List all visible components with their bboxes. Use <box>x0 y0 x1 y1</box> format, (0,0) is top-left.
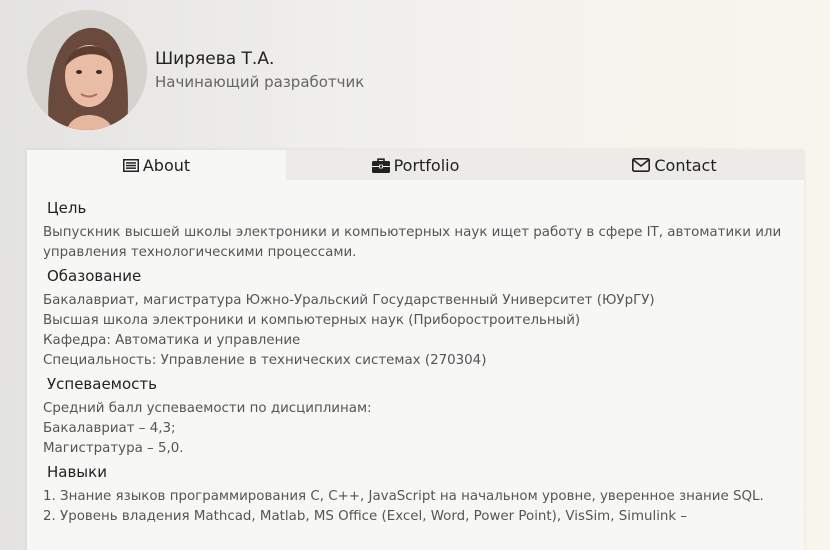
grades-line: Бакалавриат – 4,3; <box>43 421 176 436</box>
section-body-goal: Выпускник высшей школы электроники и ком… <box>43 223 788 263</box>
education-line: Высшая школа электроники и компьютерных … <box>43 313 581 328</box>
list-icon <box>122 158 139 172</box>
tab-about-label: About <box>142 155 191 175</box>
tab-bar: About Portfolio Contact <box>27 150 804 180</box>
tab-contact-label: Contact <box>654 155 717 175</box>
profile-role: Начинающий разработчик <box>155 73 365 91</box>
section-body-education: Бакалавриат, магистратура Южно-Уральский… <box>43 291 788 371</box>
envelope-icon <box>632 158 651 172</box>
grades-line: Магистратура – 5,0. <box>43 441 184 456</box>
avatar <box>27 10 147 130</box>
resume-card: About Portfolio Contact Цель Выпускник в… <box>27 150 804 550</box>
section-body-grades: Средний балл успеваемости по дисциплинам… <box>43 399 788 459</box>
tab-contact[interactable]: Contact <box>545 150 804 180</box>
avatar-image <box>27 10 147 130</box>
education-line: Специальность: Управление в технических … <box>43 353 487 368</box>
education-line: Кафедра: Автоматика и управление <box>43 333 301 348</box>
section-title-education: Обазование <box>47 267 142 285</box>
tab-about[interactable]: About <box>27 150 286 180</box>
tab-portfolio-label: Portfolio <box>393 155 460 175</box>
grades-line: Средний балл успеваемости по дисциплинам… <box>43 401 372 416</box>
skills-line: 2. Уровень владения Mathcad, Matlab, MS … <box>43 509 688 524</box>
about-content: Цель Выпускник высшей школы электроники … <box>27 180 804 527</box>
skills-line: 1. Знание языков программирования C, C++… <box>43 489 764 504</box>
section-title-goal: Цель <box>47 199 87 217</box>
section-body-skills: 1. Знание языков программирования C, C++… <box>43 487 788 527</box>
section-title-skills: Навыки <box>47 463 107 481</box>
section-title-grades: Успеваемость <box>47 375 158 393</box>
education-line: Бакалавриат, магистратура Южно-Уральский… <box>43 293 655 308</box>
goal-text: Выпускник высшей школы электроники и ком… <box>43 225 782 260</box>
profile-header: Ширяева Т.А. Начинающий разработчик <box>0 0 830 150</box>
tab-portfolio[interactable]: Portfolio <box>286 150 545 180</box>
profile-name: Ширяева Т.А. <box>155 49 275 69</box>
briefcase-icon <box>371 157 390 173</box>
